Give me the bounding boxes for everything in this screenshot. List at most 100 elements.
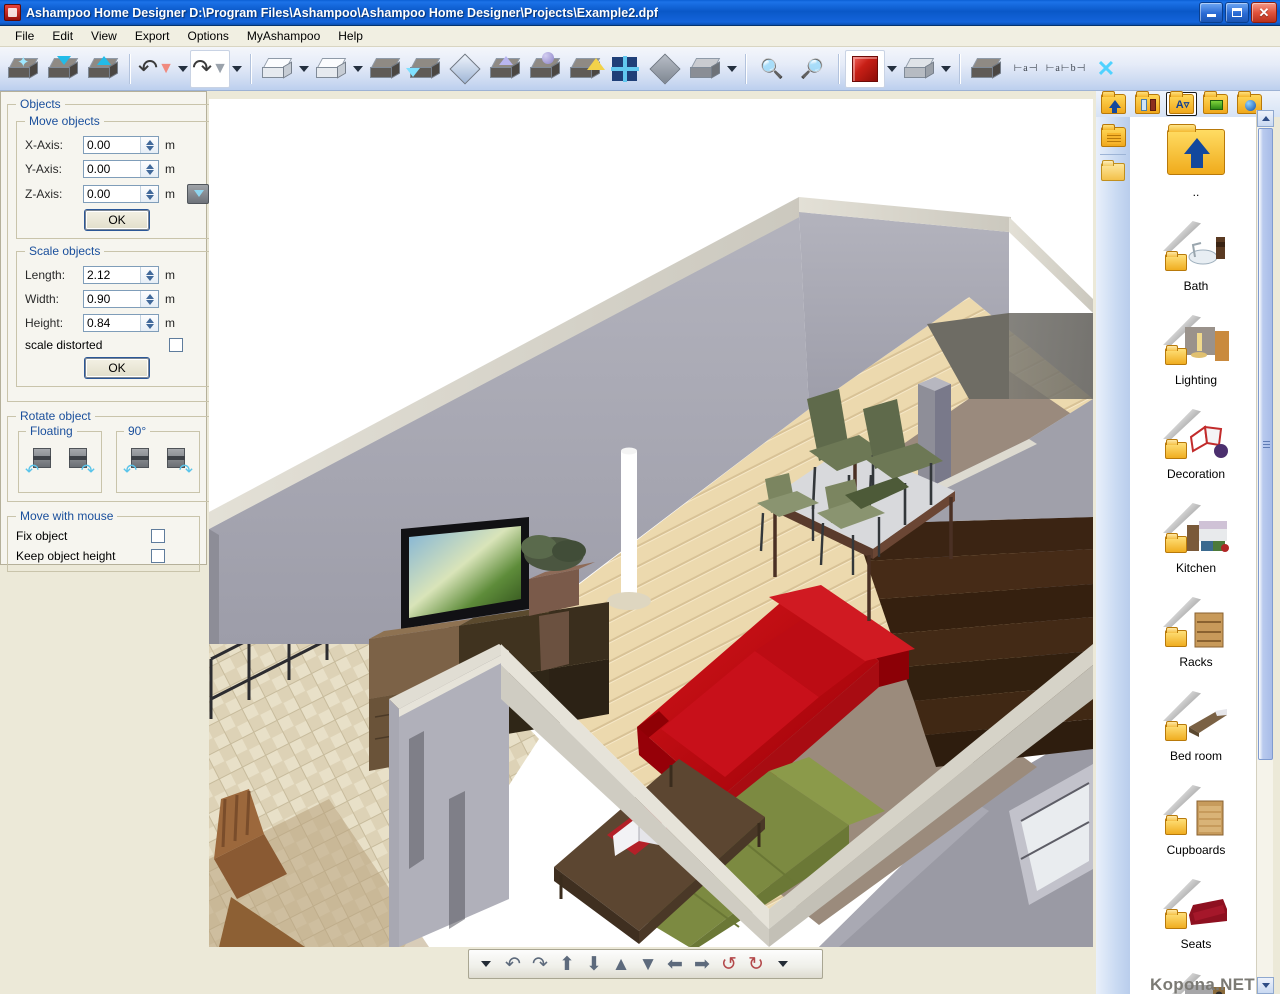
tilt-up-icon[interactable]: ▲	[608, 952, 634, 976]
rotate-90-left-button[interactable]: ↶	[125, 444, 155, 478]
x-axis-field[interactable]	[83, 136, 159, 154]
menu-options[interactable]: Options	[179, 27, 238, 45]
length-field[interactable]	[83, 266, 159, 284]
menu-help[interactable]: Help	[329, 27, 372, 45]
scale-ok-button[interactable]: OK	[85, 358, 149, 378]
rotate-floating-right-button[interactable]: ↷	[63, 444, 93, 478]
red-cube-icon[interactable]	[845, 50, 885, 88]
arrow-up-icon[interactable]: ⬆	[554, 952, 580, 976]
turn-left-icon[interactable]: ↺	[716, 952, 742, 976]
tab-parent-folder[interactable]	[1098, 92, 1129, 116]
catalog-item-list[interactable]: .. Bath	[1130, 117, 1262, 994]
y-axis-input[interactable]	[84, 161, 140, 177]
menu-file[interactable]: File	[6, 27, 43, 45]
caret-down-icon[interactable]	[473, 952, 499, 976]
scroll-up-button[interactable]	[1257, 110, 1274, 127]
length-input[interactable]	[84, 267, 140, 283]
building-white-icon[interactable]	[257, 50, 297, 88]
height-input[interactable]	[84, 315, 140, 331]
width-stepper[interactable]	[140, 291, 158, 307]
surface-icon[interactable]	[445, 50, 485, 88]
dimension-a-icon[interactable]: ⊢a⊣	[1006, 50, 1046, 88]
catalog-item-cupboards[interactable]: Cupboards	[1130, 775, 1262, 869]
y-axis-field[interactable]	[83, 160, 159, 178]
rotate-floating-left-button[interactable]: ↶	[27, 444, 57, 478]
scrollbar-thumb[interactable]	[1258, 128, 1273, 760]
catalog-item-bedroom[interactable]: Bed room	[1130, 681, 1262, 775]
arrow-left-icon[interactable]: ⬅	[662, 952, 688, 976]
width-field[interactable]	[83, 290, 159, 308]
move-ok-button[interactable]: OK	[85, 210, 149, 230]
render-dropdown-caret[interactable]	[885, 50, 899, 88]
ground-dropdown-caret[interactable]	[939, 50, 953, 88]
catalog-item-parent[interactable]: ..	[1130, 117, 1262, 211]
navigate-cross-icon[interactable]	[605, 50, 645, 88]
catalog-item-lighting[interactable]: Lighting	[1130, 305, 1262, 399]
room-dropdown-caret[interactable]	[351, 50, 365, 88]
floor-down-icon[interactable]	[43, 50, 83, 88]
arrow-down-icon[interactable]: ⬇	[581, 952, 607, 976]
tab-building[interactable]	[1132, 92, 1163, 116]
slab-dropdown-caret[interactable]	[725, 50, 739, 88]
catalog-grid-view[interactable]	[1098, 123, 1128, 151]
lamp-icon[interactable]	[565, 50, 605, 88]
zoom-in-icon[interactable]: 🔎	[792, 50, 832, 88]
turn-right-icon[interactable]: ↻	[743, 952, 769, 976]
redo-dropdown-caret[interactable]	[230, 50, 244, 88]
tab-objects[interactable]: A▿	[1166, 92, 1197, 116]
dimension-delete-icon[interactable]: ✕	[1086, 50, 1126, 88]
drop-to-floor-icon[interactable]	[187, 184, 209, 204]
rotate-left-icon[interactable]: ↶	[500, 952, 526, 976]
building-dropdown-caret[interactable]	[297, 50, 311, 88]
catalog-item-decoration[interactable]: Decoration	[1130, 399, 1262, 493]
terrain-icon[interactable]	[485, 50, 525, 88]
width-input[interactable]	[84, 291, 140, 307]
scroll-down-button[interactable]	[1257, 977, 1274, 994]
arrow-right-icon[interactable]: ➡	[689, 952, 715, 976]
menu-myashampoo[interactable]: MyAshampoo	[238, 27, 329, 45]
y-axis-stepper[interactable]	[140, 161, 158, 177]
catalog-item-bath[interactable]: Bath	[1130, 211, 1262, 305]
minimize-button[interactable]	[1199, 2, 1223, 23]
z-axis-stepper[interactable]	[140, 186, 158, 202]
rotate-90-right-button[interactable]: ↷	[161, 444, 191, 478]
z-axis-input[interactable]	[84, 186, 140, 202]
place-object-icon[interactable]	[525, 50, 565, 88]
floor-up-icon[interactable]	[83, 50, 123, 88]
menu-view[interactable]: View	[82, 27, 126, 45]
keep-object-height-checkbox[interactable]	[151, 549, 165, 563]
catalog-item-kitchen[interactable]: Kitchen	[1130, 493, 1262, 587]
catalog-open-folder[interactable]	[1098, 158, 1128, 186]
rotate-right-icon[interactable]: ↷	[527, 952, 553, 976]
menu-export[interactable]: Export	[126, 27, 179, 45]
close-button[interactable]: ✕	[1251, 2, 1277, 23]
catalog-item-seats[interactable]: Seats	[1130, 869, 1262, 963]
ground-plate-icon[interactable]	[899, 50, 939, 88]
object-dimension-icon[interactable]	[966, 50, 1006, 88]
catalog-scrollbar[interactable]	[1256, 110, 1273, 994]
x-axis-input[interactable]	[84, 137, 140, 153]
slab-icon[interactable]	[685, 50, 725, 88]
room-white-icon[interactable]	[311, 50, 351, 88]
redo-icon[interactable]: ↷▼	[190, 50, 230, 88]
floors-all-icon[interactable]: ✦	[3, 50, 43, 88]
catalog-item-racks[interactable]: Racks	[1130, 587, 1262, 681]
length-stepper[interactable]	[140, 267, 158, 283]
zoom-out-icon[interactable]: 🔍	[752, 50, 792, 88]
menu-edit[interactable]: Edit	[43, 27, 82, 45]
z-axis-field[interactable]	[83, 185, 159, 203]
fix-object-checkbox[interactable]	[151, 529, 165, 543]
dimension-ab-icon[interactable]: ⊢a⊢b⊣	[1046, 50, 1086, 88]
tilt-down-icon[interactable]: ▼	[635, 952, 661, 976]
plane-diamond-icon[interactable]	[645, 50, 685, 88]
object-move-icon[interactable]	[405, 50, 445, 88]
undo-icon[interactable]: ↶▼	[136, 50, 176, 88]
object-select-icon[interactable]	[365, 50, 405, 88]
caret-down-icon-right[interactable]	[770, 952, 796, 976]
scale-distorted-checkbox[interactable]	[169, 338, 183, 352]
3d-viewport[interactable]	[209, 99, 1093, 947]
maximize-button[interactable]	[1225, 2, 1249, 23]
height-stepper[interactable]	[140, 315, 158, 331]
height-field[interactable]	[83, 314, 159, 332]
x-axis-stepper[interactable]	[140, 137, 158, 153]
